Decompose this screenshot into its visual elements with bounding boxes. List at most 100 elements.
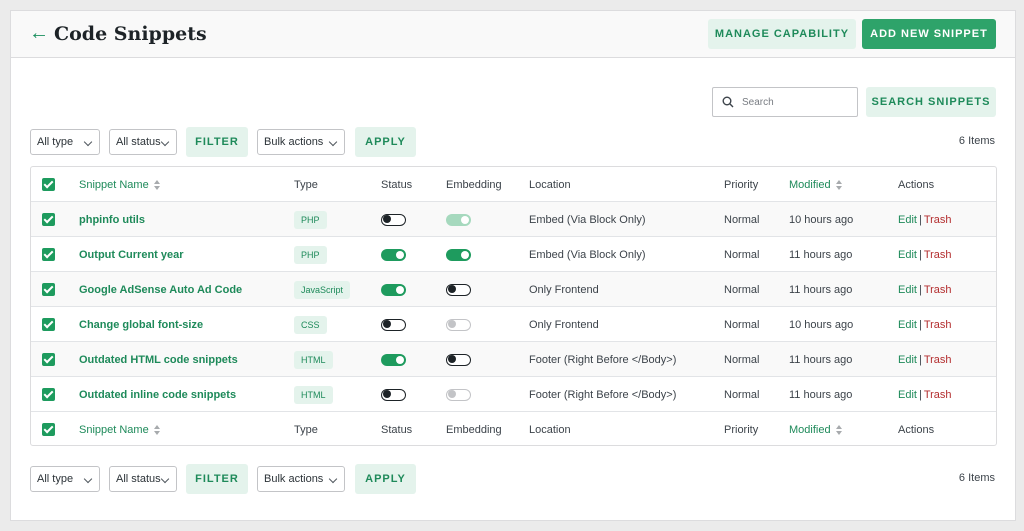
snippet-name-link[interactable]: phpinfo utils [79, 214, 145, 226]
type-filter-value: All type [37, 473, 74, 485]
column-header-modified[interactable]: Modified [789, 167, 842, 202]
filter-button-bottom[interactable]: FILTER [186, 464, 248, 494]
location-text: Only Frontend [529, 318, 599, 331]
action-separator: | [918, 283, 922, 296]
table-footer-row: Snippet Name Type Status Embedding Locat… [31, 412, 996, 445]
bulk-actions-select[interactable]: Bulk actions [257, 129, 345, 155]
status-filter-select[interactable]: All status [109, 129, 177, 155]
trash-link[interactable]: Trash [924, 214, 952, 226]
status-toggle[interactable] [381, 318, 406, 331]
row-checkbox[interactable] [42, 353, 55, 366]
select-all-checkbox[interactable] [42, 178, 55, 191]
edit-link[interactable]: Edit [898, 214, 917, 226]
chevron-down-icon [83, 474, 93, 484]
modified-text: 11 hours ago [789, 248, 853, 261]
status-filter-value: All status [116, 473, 161, 485]
embedding-toggle[interactable] [446, 248, 471, 261]
row-checkbox[interactable] [42, 248, 55, 261]
trash-link[interactable]: Trash [924, 389, 952, 401]
bulk-actions-value: Bulk actions [264, 473, 324, 485]
action-separator: | [918, 318, 922, 331]
search-snippets-button[interactable]: SEARCH SNIPPETS [866, 87, 996, 117]
chevron-down-icon [160, 474, 170, 484]
apply-button[interactable]: APPLY [355, 127, 416, 157]
column-header-embedding: Embedding [446, 178, 502, 191]
filter-button[interactable]: FILTER [186, 127, 248, 157]
snippet-name-link[interactable]: Google AdSense Auto Ad Code [79, 284, 242, 296]
type-filter-value: All type [37, 136, 74, 148]
column-header-name[interactable]: Snippet Name [79, 167, 160, 202]
table-row: Google AdSense Auto Ad Code JavaScript Onl… [31, 272, 996, 307]
status-toggle[interactable] [381, 353, 406, 366]
action-separator: | [918, 353, 922, 366]
priority-text: Normal [724, 353, 760, 366]
search-icon [722, 96, 734, 108]
row-checkbox[interactable] [42, 318, 55, 331]
item-count-bottom: 6 Items [958, 472, 995, 484]
search-input[interactable] [742, 96, 852, 108]
embedding-toggle[interactable] [446, 353, 471, 366]
priority-text: Normal [724, 248, 760, 261]
edit-link[interactable]: Edit [898, 249, 917, 261]
snippets-table: Snippet Name Type Status Embedding Locat… [30, 166, 997, 446]
snippet-name-link[interactable]: Output Current year [79, 249, 184, 261]
manage-capability-button[interactable]: MANAGE CAPABILITY [708, 19, 856, 49]
column-header-type: Type [294, 178, 318, 191]
embedding-toggle [446, 213, 471, 226]
location-text: Footer (Right Before </Body>) [529, 388, 677, 401]
arrow-left-icon[interactable]: ← [29, 21, 49, 45]
trash-link[interactable]: Trash [924, 319, 952, 331]
sort-icon [835, 179, 842, 190]
chevron-down-icon [328, 474, 338, 484]
column-footer-type: Type [294, 423, 318, 436]
row-checkbox[interactable] [42, 283, 55, 296]
embedding-toggle[interactable] [446, 283, 471, 296]
trash-link[interactable]: Trash [924, 284, 952, 296]
snippet-name-link[interactable]: Outdated inline code snippets [79, 389, 236, 401]
chevron-down-icon [328, 137, 338, 147]
column-footer-modified[interactable]: Modified [789, 412, 842, 445]
status-toggle[interactable] [381, 283, 406, 296]
action-separator: | [918, 248, 922, 261]
bulk-actions-select-bottom[interactable]: Bulk actions [257, 466, 345, 492]
modified-text: 11 hours ago [789, 283, 853, 296]
column-footer-actions: Actions [898, 423, 935, 436]
column-footer-priority: Priority [724, 423, 759, 436]
apply-button-bottom[interactable]: APPLY [355, 464, 416, 494]
column-name-label: Snippet Name [79, 423, 149, 436]
table-row: Outdated inline code snippets HTML Footer … [31, 377, 996, 412]
location-text: Footer (Right Before </Body>) [529, 353, 677, 366]
column-footer-embedding: Embedding [446, 423, 502, 436]
edit-link[interactable]: Edit [898, 389, 917, 401]
select-all-checkbox[interactable] [42, 423, 55, 436]
location-text: Embed (Via Block Only) [529, 213, 646, 226]
edit-link[interactable]: Edit [898, 354, 917, 366]
type-filter-select[interactable]: All type [30, 129, 100, 155]
priority-text: Normal [724, 318, 760, 331]
column-name-label: Snippet Name [79, 178, 149, 191]
priority-text: Normal [724, 388, 760, 401]
bulk-actions-value: Bulk actions [264, 136, 324, 148]
snippet-name-link[interactable]: Change global font-size [79, 319, 203, 331]
type-filter-select-bottom[interactable]: All type [30, 466, 100, 492]
row-checkbox[interactable] [42, 388, 55, 401]
edit-link[interactable]: Edit [898, 284, 917, 296]
trash-link[interactable]: Trash [924, 354, 952, 366]
status-toggle[interactable] [381, 248, 406, 261]
snippet-name-link[interactable]: Outdated HTML code snippets [79, 354, 238, 366]
snippets-panel: ← Code Snippets MANAGE CAPABILITY ADD NE… [10, 10, 1016, 521]
status-toggle[interactable] [381, 388, 406, 401]
page-header: ← Code Snippets MANAGE CAPABILITY ADD NE… [11, 11, 1015, 58]
edit-link[interactable]: Edit [898, 319, 917, 331]
type-badge: JavaScript [294, 280, 351, 299]
status-filter-value: All status [116, 136, 161, 148]
row-checkbox[interactable] [42, 213, 55, 226]
column-footer-name[interactable]: Snippet Name [79, 412, 160, 445]
column-header-priority: Priority [724, 178, 759, 191]
column-footer-location: Location [529, 423, 571, 436]
status-toggle[interactable] [381, 213, 406, 226]
trash-link[interactable]: Trash [924, 249, 952, 261]
search-field[interactable] [712, 87, 858, 117]
status-filter-select-bottom[interactable]: All status [109, 466, 177, 492]
add-new-snippet-button[interactable]: ADD NEW SNIPPET [862, 19, 996, 49]
